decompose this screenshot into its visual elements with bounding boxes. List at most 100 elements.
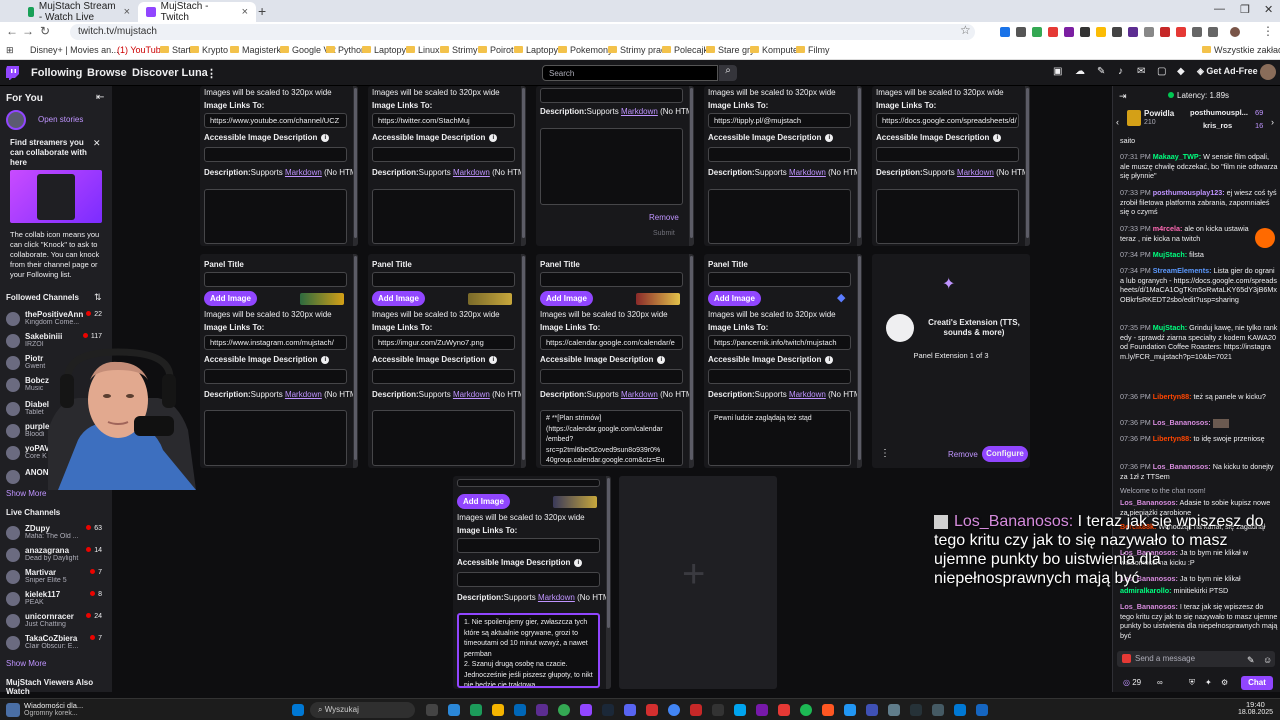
scrollbar[interactable] xyxy=(857,86,862,246)
wand-icon[interactable]: ✦ xyxy=(1205,678,1212,687)
bookmark-item[interactable]: Disney+ | Movies an... xyxy=(30,45,119,55)
apps-icon[interactable]: ⊞ xyxy=(6,45,14,56)
chat-username[interactable]: Libertyn88: xyxy=(1153,434,1192,443)
live-channel[interactable]: anazagrana Dead by Daylight 14 xyxy=(6,546,106,566)
bookmark-folder[interactable]: Poirot xyxy=(478,45,514,55)
followed-channel[interactable]: thePositiveAnn Kingdom Come... 22 xyxy=(6,310,106,330)
app-icon[interactable] xyxy=(734,704,746,716)
scrollbar[interactable] xyxy=(521,254,526,468)
bookmark-folder[interactable]: Filmy xyxy=(796,45,830,55)
bookmark-folder[interactable]: Polecajki xyxy=(662,45,710,55)
maximize-icon[interactable]: ❐ xyxy=(1240,3,1250,16)
taskbar-search[interactable]: ⌕ Wyszukaj xyxy=(310,702,415,718)
bits-icon[interactable]: ✎ xyxy=(1247,655,1255,666)
extension-icon[interactable] xyxy=(1032,27,1042,37)
clock-time[interactable]: 19:40 xyxy=(1246,700,1265,709)
description-textarea-focused[interactable]: 1. Nie spoilerujemy gier, zwłaszcza tych… xyxy=(457,613,600,688)
close-window-icon[interactable]: ✕ xyxy=(1264,3,1273,16)
windows-start-icon[interactable] xyxy=(292,704,304,716)
extension-icon[interactable] xyxy=(1048,27,1058,37)
chat-username[interactable]: Makaay_TWP: xyxy=(1153,152,1201,161)
bookmark-folder[interactable]: Python xyxy=(326,45,366,55)
image-link-input[interactable]: https://www.instagram.com/mujstach/ xyxy=(204,335,347,350)
add-image-button[interactable]: Add Image xyxy=(372,291,425,306)
panel-title-input[interactable] xyxy=(204,272,347,287)
accessible-desc-input[interactable] xyxy=(204,369,347,384)
nav-browse[interactable]: Browse xyxy=(87,67,127,79)
url-field[interactable]: twitch.tv/mujstach xyxy=(70,24,975,40)
markdown-link[interactable]: Markdown xyxy=(621,107,658,116)
chat-username[interactable]: m4rcela: xyxy=(1153,224,1183,233)
chat-username[interactable]: posthumousplay123: xyxy=(1153,188,1225,197)
app-icon[interactable] xyxy=(646,704,658,716)
app-icon[interactable] xyxy=(712,704,724,716)
chevron-right-icon[interactable]: › xyxy=(1271,117,1274,127)
accessible-desc-input[interactable] xyxy=(540,369,683,384)
get-ad-free-button[interactable]: ◈ Get Ad-Free xyxy=(1197,66,1258,77)
chevron-left-icon[interactable]: ‹ xyxy=(1116,117,1119,127)
app-icon[interactable] xyxy=(844,704,856,716)
image-link-input[interactable]: https://tipply.pl/@mujstach xyxy=(708,113,851,128)
description-textarea[interactable] xyxy=(708,189,851,244)
whispers-icon[interactable]: ▢ xyxy=(1157,66,1166,77)
profile-avatar-icon[interactable] xyxy=(1230,27,1240,37)
panel-title-input[interactable] xyxy=(708,272,851,287)
collapse-chat-icon[interactable]: ⇥ xyxy=(1119,91,1127,102)
extension-icon[interactable] xyxy=(1192,27,1202,37)
accessible-desc-input[interactable] xyxy=(457,572,600,587)
open-stories-link[interactable]: Open stories xyxy=(38,115,83,124)
spotify-icon[interactable] xyxy=(800,704,812,716)
accessible-desc-input[interactable] xyxy=(708,369,851,384)
edge-icon[interactable] xyxy=(448,704,460,716)
bookmark-folder[interactable]: Magisterka xyxy=(230,45,286,55)
chat-username[interactable]: Los_Bananosos: xyxy=(1120,602,1178,611)
scrollbar[interactable] xyxy=(521,86,526,246)
submit-button[interactable]: Submit xyxy=(653,230,675,237)
bookmark-folder[interactable]: Start xyxy=(160,45,191,55)
close-icon[interactable]: ✕ xyxy=(93,138,101,149)
nav-discover-luna[interactable]: Discover Luna xyxy=(132,67,208,79)
shield-icon[interactable]: ⛨ xyxy=(1189,678,1195,688)
music-icon[interactable]: ♪ xyxy=(1118,66,1123,77)
infinity-icon[interactable]: ∞ xyxy=(1157,678,1163,687)
hype-flame-icon[interactable] xyxy=(1255,228,1275,248)
accessible-desc-input[interactable] xyxy=(876,147,1019,162)
panel-title-input[interactable] xyxy=(372,272,515,287)
bookmark-folder[interactable]: Laptopy xyxy=(514,45,558,55)
chat-username[interactable]: Los_Bananosos: xyxy=(1153,462,1211,471)
all-bookmarks-folder[interactable]: Wszystkie zakładki xyxy=(1202,45,1280,55)
search-button[interactable]: ⌕ xyxy=(719,65,737,81)
more-menu-icon[interactable]: ⋮ xyxy=(206,67,217,80)
app-icon[interactable] xyxy=(756,704,768,716)
extension-icon[interactable] xyxy=(1160,27,1170,37)
tools-icon[interactable]: ✎ xyxy=(1097,66,1105,77)
twitch-app-icon[interactable] xyxy=(580,704,592,716)
extension-icon[interactable] xyxy=(1064,27,1074,37)
accessible-desc-input[interactable] xyxy=(372,369,515,384)
remove-button[interactable]: Remove xyxy=(649,213,679,222)
description-textarea[interactable] xyxy=(876,189,1019,244)
description-textarea[interactable]: Pewni ludzie zaglądają też stąd xyxy=(708,410,851,466)
extension-icon[interactable] xyxy=(1016,27,1026,37)
notification-app-icon[interactable] xyxy=(6,703,20,717)
mail-icon[interactable] xyxy=(514,704,526,716)
chat-username[interactable]: Los_Bananosos: xyxy=(1153,418,1211,427)
show-more-followed[interactable]: Show More xyxy=(6,489,46,498)
camera-icon[interactable]: ▣ xyxy=(1053,66,1062,77)
panel-title-input[interactable] xyxy=(540,272,683,287)
settings-icon[interactable]: ⚙ xyxy=(1221,678,1228,687)
minimize-icon[interactable]: — xyxy=(1214,3,1225,15)
app-icon[interactable] xyxy=(470,704,482,716)
image-link-input[interactable]: https://calendar.google.com/calendar/e xyxy=(540,335,683,350)
app-icon[interactable] xyxy=(888,704,900,716)
notification-title[interactable]: Wiadomości dla... xyxy=(24,701,83,710)
user-avatar[interactable] xyxy=(1260,64,1276,80)
panel-title-input[interactable] xyxy=(457,479,600,487)
chrome-icon[interactable] xyxy=(558,704,570,716)
accessible-desc-input[interactable] xyxy=(540,88,683,103)
back-icon[interactable]: ← xyxy=(6,24,18,38)
channel-points[interactable]: ◎ 29 xyxy=(1123,678,1141,687)
scrollbar[interactable] xyxy=(1025,86,1030,246)
live-channel[interactable]: TakaCoZbiera Clair Obscur: E... 7 xyxy=(6,634,106,654)
markdown-link[interactable]: Markdown xyxy=(453,168,490,177)
